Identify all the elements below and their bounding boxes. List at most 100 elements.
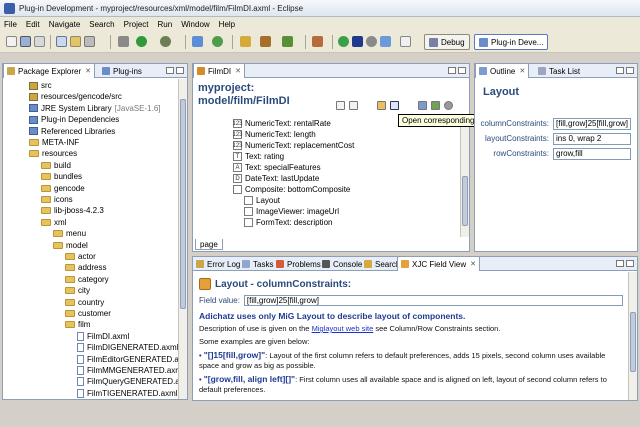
search-icon[interactable] — [240, 36, 251, 47]
open-perspective-button-icon[interactable] — [400, 36, 411, 47]
scrollbar-thumb[interactable] — [180, 99, 186, 309]
refresh-icon[interactable] — [377, 101, 386, 110]
tree-item[interactable]: src — [29, 80, 52, 91]
tree-item[interactable]: customer — [65, 308, 111, 319]
tree-item[interactable]: icons — [41, 194, 73, 205]
tree-item[interactable]: gencode — [41, 183, 85, 194]
tree-item[interactable]: film — [65, 319, 90, 330]
component-item[interactable]: Layout — [244, 195, 280, 206]
tree-item[interactable]: category — [65, 274, 109, 285]
tree-item[interactable]: JRE System Library [JavaSE-1.6] — [29, 103, 161, 114]
menu-edit[interactable]: Edit — [26, 20, 40, 29]
tree-item[interactable]: FilmEditorGENERATED.axml — [77, 354, 178, 365]
save-icon[interactable] — [20, 36, 31, 47]
stop-icon[interactable] — [366, 36, 377, 47]
tree-item[interactable]: model — [53, 240, 88, 251]
tree-item[interactable]: resources — [29, 148, 77, 159]
expand-all-icon[interactable] — [336, 101, 345, 110]
tree-item[interactable]: FilmDI.axml — [77, 331, 129, 342]
generate-icon[interactable] — [418, 101, 427, 110]
tab-package-explorer[interactable]: Package Explorer ✕ — [3, 64, 96, 78]
close-icon[interactable]: ✕ — [235, 67, 241, 75]
component-item[interactable]: 123 NumericText: replacementCost — [233, 140, 354, 151]
component-item[interactable]: A Text: specialFeatures — [233, 162, 321, 173]
tree-item[interactable]: bundles — [41, 171, 82, 182]
scrollbar-thumb[interactable] — [630, 312, 636, 372]
open-xml-icon[interactable] — [390, 101, 399, 110]
editor-scrollbar[interactable] — [460, 116, 469, 237]
close-icon[interactable]: ✕ — [519, 67, 525, 75]
component-item[interactable]: D DateText: lastUpdate — [233, 173, 319, 184]
open-type-icon[interactable] — [56, 36, 67, 47]
new-project-icon[interactable] — [192, 36, 203, 47]
menu-navigate[interactable]: Navigate — [49, 20, 81, 29]
tree-item[interactable]: FilmQueryGENERATED.axml — [77, 376, 178, 387]
collapse-all-icon[interactable] — [349, 101, 358, 110]
tree-item[interactable]: menu — [53, 228, 86, 239]
tree-item[interactable]: FilmMMGENERATED.axml — [77, 365, 178, 376]
component-item[interactable]: Composite: bottomComposite — [233, 184, 350, 195]
tab-plugins[interactable]: Plug-ins — [99, 64, 145, 78]
minimize-icon[interactable] — [448, 67, 456, 74]
menu-file[interactable]: File — [4, 20, 17, 29]
tree-item[interactable]: xml — [41, 217, 66, 228]
tree-item[interactable]: FilmTIGENERATED.axml — [77, 388, 178, 399]
maximize-icon[interactable] — [626, 260, 634, 267]
component-item[interactable]: T Text: rating — [233, 151, 284, 162]
field-value-input[interactable]: [fill,grow]25[fill,grow] — [243, 295, 623, 306]
tab-console[interactable]: Console — [319, 257, 365, 271]
component-item[interactable]: FormText: description — [244, 217, 332, 228]
step-icon[interactable] — [380, 36, 391, 47]
menu-help[interactable]: Help — [219, 20, 235, 29]
maximize-icon[interactable] — [176, 67, 184, 74]
external-tools-icon[interactable] — [160, 36, 171, 47]
maximize-icon[interactable] — [626, 67, 634, 74]
tab-task-list[interactable]: Task List — [535, 64, 583, 78]
close-icon[interactable]: ✕ — [85, 67, 91, 75]
tree-item[interactable]: META-INF — [29, 137, 79, 148]
tree-item[interactable]: Plug-in Dependencies — [29, 114, 119, 125]
component-item[interactable]: ImageViewer: imageUrl — [244, 206, 339, 217]
tree-item[interactable]: city — [65, 285, 90, 296]
debug-perspective-button[interactable]: Debug — [424, 34, 470, 50]
layout-constraints-input[interactable]: ins 0, wrap 2 — [553, 132, 631, 145]
minimize-icon[interactable] — [616, 67, 624, 74]
menu-search[interactable]: Search — [89, 20, 114, 29]
tree-item[interactable]: FilmDIGENERATED.axml — [77, 342, 178, 353]
close-icon[interactable]: ✕ — [470, 260, 476, 268]
miglayout-link[interactable]: Miglayout web site — [312, 324, 374, 333]
package-tree-scrollbar[interactable] — [178, 79, 187, 399]
plugin-perspective-button[interactable]: Plug-in Deve... — [474, 34, 549, 50]
pencil-icon[interactable] — [260, 36, 271, 47]
component-item[interactable]: 123 NumericText: length — [233, 129, 316, 140]
column-constraints-input[interactable]: [fill,grow]25[fill,grow] — [553, 117, 631, 130]
resume-icon[interactable] — [338, 36, 349, 47]
print-icon[interactable] — [34, 36, 45, 47]
marker-icon[interactable] — [282, 36, 293, 47]
suspend-icon[interactable] — [352, 36, 363, 47]
package-icon[interactable] — [70, 36, 81, 47]
tab-problems[interactable]: Problems — [273, 257, 324, 271]
tree-item[interactable]: actor — [65, 251, 96, 262]
new-icon[interactable] — [6, 36, 17, 47]
tab-xjc-field-view[interactable]: XJC Field View ✕ — [397, 257, 480, 271]
maximize-icon[interactable] — [458, 67, 466, 74]
tab-error-log[interactable]: Error Log — [193, 257, 243, 271]
tab-outline[interactable]: Outline ✕ — [475, 64, 530, 78]
tab-filmdi[interactable]: FilmDI ✕ — [193, 64, 245, 78]
tab-tasks[interactable]: Tasks — [239, 257, 276, 271]
tree-item[interactable]: build — [41, 160, 71, 171]
row-constraints-input[interactable]: grow,fill — [553, 147, 631, 160]
tree-item[interactable]: lib-jboss-4.2.3 — [41, 205, 104, 216]
preview-icon[interactable] — [431, 101, 440, 110]
forward-icon[interactable] — [84, 36, 95, 47]
menu-project[interactable]: Project — [124, 20, 149, 29]
tree-item[interactable]: address — [65, 262, 106, 273]
component-item[interactable]: 123 NumericText: rentalRate — [233, 118, 331, 129]
tree-item[interactable]: Referenced Libraries — [29, 126, 115, 137]
minimize-icon[interactable] — [166, 67, 174, 74]
menu-window[interactable]: Window — [181, 20, 209, 29]
gear-icon[interactable] — [118, 36, 129, 47]
scrollbar-thumb[interactable] — [462, 176, 468, 226]
tree-item[interactable]: country — [65, 297, 104, 308]
